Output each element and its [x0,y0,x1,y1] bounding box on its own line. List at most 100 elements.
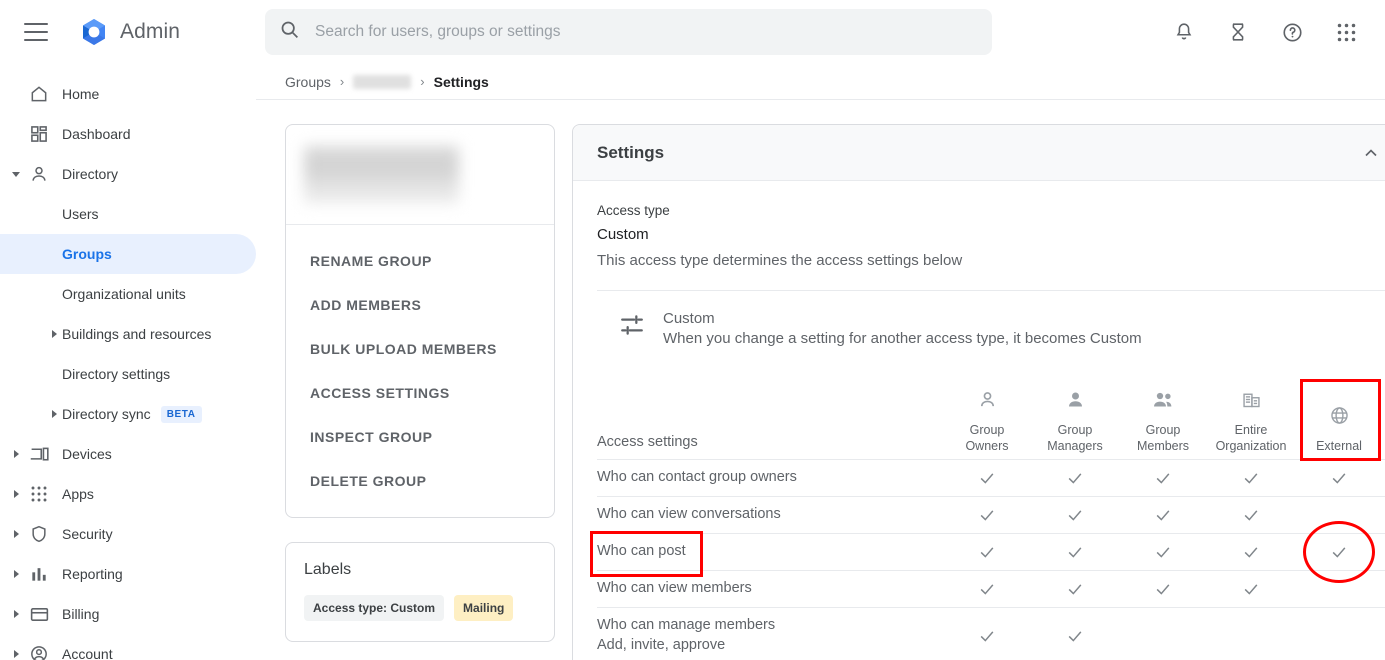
chevron-right-icon[interactable] [8,446,24,462]
matrix-cell[interactable] [943,468,1031,488]
matrix-cell[interactable] [1031,505,1119,525]
matrix-cell[interactable] [943,579,1031,599]
chevron-down-icon[interactable] [8,166,24,182]
matrix-cell[interactable] [1119,579,1207,599]
add-members-button[interactable]: ADD MEMBERS [286,283,554,327]
brand-logo-link[interactable]: Admin [78,16,180,48]
group-left-column: RENAME GROUP ADD MEMBERS BULK UPLOAD MEM… [285,124,555,660]
search-input[interactable] [315,23,955,41]
matrix-cell[interactable] [1119,505,1207,525]
matrix-column-entire-organization[interactable]: Entire Organization [1207,373,1295,459]
matrix-row-label: Who can view members [597,571,943,607]
group-logo-redacted [304,145,459,204]
table-row: Who can view members [597,570,1385,607]
sidebar-item-label: Buildings and resources [62,326,212,342]
sidebar-item-security[interactable]: Security [0,514,256,554]
bulk-upload-members-button[interactable]: BULK UPLOAD MEMBERS [286,327,554,371]
sidebar-item-label: Dashboard [62,126,131,142]
custom-access-info: Custom When you change a setting for ano… [597,291,1385,347]
access-settings-button[interactable]: ACCESS SETTINGS [286,371,554,415]
sidebar-item-groups[interactable]: Groups [0,234,256,274]
sidebar-item-organizational-units[interactable]: Organizational units [0,274,256,314]
breadcrumb-groups[interactable]: Groups [285,74,331,90]
sidebar-item-buildings-and-resources[interactable]: Buildings and resources [0,314,256,354]
chevron-right-icon[interactable] [46,406,62,422]
matrix-column-group-members[interactable]: Group Members [1119,373,1207,459]
sidebar-item-directory-sync[interactable]: Directory sync BETA [0,394,256,434]
matrix-cell[interactable] [1119,542,1207,562]
group-actions-card: RENAME GROUP ADD MEMBERS BULK UPLOAD MEM… [285,124,555,518]
breadcrumb-group-name-redacted[interactable] [353,74,412,89]
sidebar-item-users[interactable]: Users [0,194,256,234]
chevron-right-icon[interactable] [8,606,24,622]
table-row: Who can manage members Add, invite, appr… [597,607,1385,660]
hamburger-menu-icon[interactable] [24,23,48,41]
matrix-cell[interactable] [943,626,1031,646]
matrix-column-external[interactable]: External [1295,373,1383,461]
delete-group-button[interactable]: DELETE GROUP [286,459,554,503]
chevron-right-icon[interactable] [8,486,24,502]
matrix-cell[interactable] [943,542,1031,562]
building-icon [1241,389,1262,415]
dashboard-icon [28,123,50,145]
chevron-right-icon[interactable] [46,326,62,342]
notifications-bell-icon[interactable] [1164,12,1204,52]
matrix-cell[interactable] [1031,626,1119,646]
chevron-right-icon[interactable] [8,526,24,542]
group-logo-area [286,125,554,225]
sidebar-item-label: Security [62,526,113,542]
sidebar-item-apps[interactable]: Apps [0,474,256,514]
sidebar-item-dashboard[interactable]: Dashboard [0,114,256,154]
globe-icon [1329,405,1350,431]
sidebar-item-reporting[interactable]: Reporting [0,554,256,594]
sidebar-item-account[interactable]: Account [0,634,256,660]
label-chip-access-type[interactable]: Access type: Custom [304,595,445,621]
access-type-value: Custom [597,226,649,243]
labels-card: Labels Access type: Custom Mailing [285,542,555,642]
matrix-cell[interactable] [1031,542,1119,562]
search-bar[interactable] [265,9,992,55]
matrix-cell[interactable] [1031,468,1119,488]
rename-group-button[interactable]: RENAME GROUP [286,239,554,283]
help-icon[interactable] [1272,12,1312,52]
breadcrumb-separator: › [339,74,345,89]
access-settings-matrix: Access settings Group Owners Group Manag… [590,373,1385,660]
sidebar-item-label: Organizational units [62,286,186,302]
sidebar-nav: Home Dashboard Directory Users Groups Or… [0,64,256,660]
matrix-cell[interactable] [1207,542,1295,562]
matrix-row-title: Who can post [597,543,686,560]
label-chip-mailing[interactable]: Mailing [454,595,514,621]
matrix-cell[interactable] [1119,468,1207,488]
matrix-cell[interactable] [1031,579,1119,599]
group-actions-list: RENAME GROUP ADD MEMBERS BULK UPLOAD MEM… [286,225,554,517]
sidebar-item-devices[interactable]: Devices [0,434,256,474]
chevron-right-icon[interactable] [8,646,24,660]
chevron-right-icon[interactable] [8,566,24,582]
sidebar-item-directory-settings[interactable]: Directory settings [0,354,256,394]
sidebar-item-billing[interactable]: Billing [0,594,256,634]
sidebar-item-label: Directory [62,166,119,182]
hourglass-icon[interactable] [1218,12,1258,52]
sidebar-item-directory[interactable]: Directory [0,154,256,194]
custom-access-text: Custom When you change a setting for ano… [663,310,1142,347]
person-filled-icon [1065,389,1086,415]
matrix-column-group-managers[interactable]: Group Managers [1031,373,1119,459]
labels-title: Labels [304,561,352,578]
matrix-cell[interactable] [1295,468,1383,488]
sidebar-item-home[interactable]: Home [0,74,256,114]
table-row: Who can view conversations [597,496,1385,533]
settings-title: Settings [597,142,665,162]
chevron-up-icon[interactable] [1359,141,1383,165]
sidebar-item-label: Home [62,86,100,102]
account-circle-icon [28,643,50,660]
matrix-cell[interactable] [1295,521,1383,583]
matrix-row-label: Who can view conversations [597,497,943,533]
matrix-cell[interactable] [1207,579,1295,599]
inspect-group-button[interactable]: INSPECT GROUP [286,415,554,459]
matrix-column-group-owners[interactable]: Group Owners [943,373,1031,459]
matrix-cell[interactable] [943,505,1031,525]
matrix-cell[interactable] [1207,468,1295,488]
apps-grid-icon[interactable] [1326,12,1366,52]
matrix-row-subtitle: Add, invite, approve [597,636,726,653]
matrix-cell[interactable] [1207,505,1295,525]
